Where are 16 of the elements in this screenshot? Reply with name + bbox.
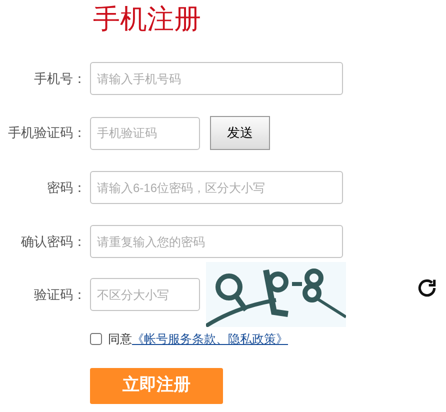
input-field[interactable]: 手机验证码 <box>90 116 200 150</box>
input-field[interactable]: 请输入6-16位密码，区分大小写 <box>90 171 343 204</box>
input-field[interactable]: 请重复输入您的密码 <box>90 225 343 258</box>
input-field[interactable]: 不区分大小写 <box>90 278 200 311</box>
input-field[interactable]: 请输入手机号码 <box>90 62 343 95</box>
agree-text: 同意 <box>108 331 132 348</box>
agree-checkbox[interactable] <box>90 333 102 345</box>
page-title: 手机注册 <box>93 3 201 37</box>
send-button[interactable]: 发送 <box>210 116 270 150</box>
terms-link[interactable]: 《帐号服务条款、隐私政策》 <box>132 330 288 348</box>
field-label: 验证码： <box>33 286 86 304</box>
field-label: 确认密码： <box>20 232 86 251</box>
refresh-icon[interactable] <box>416 277 438 299</box>
field-label: 手机验证码： <box>7 124 86 142</box>
field-label: 密码： <box>46 178 86 197</box>
field-label: 手机号： <box>33 70 86 88</box>
